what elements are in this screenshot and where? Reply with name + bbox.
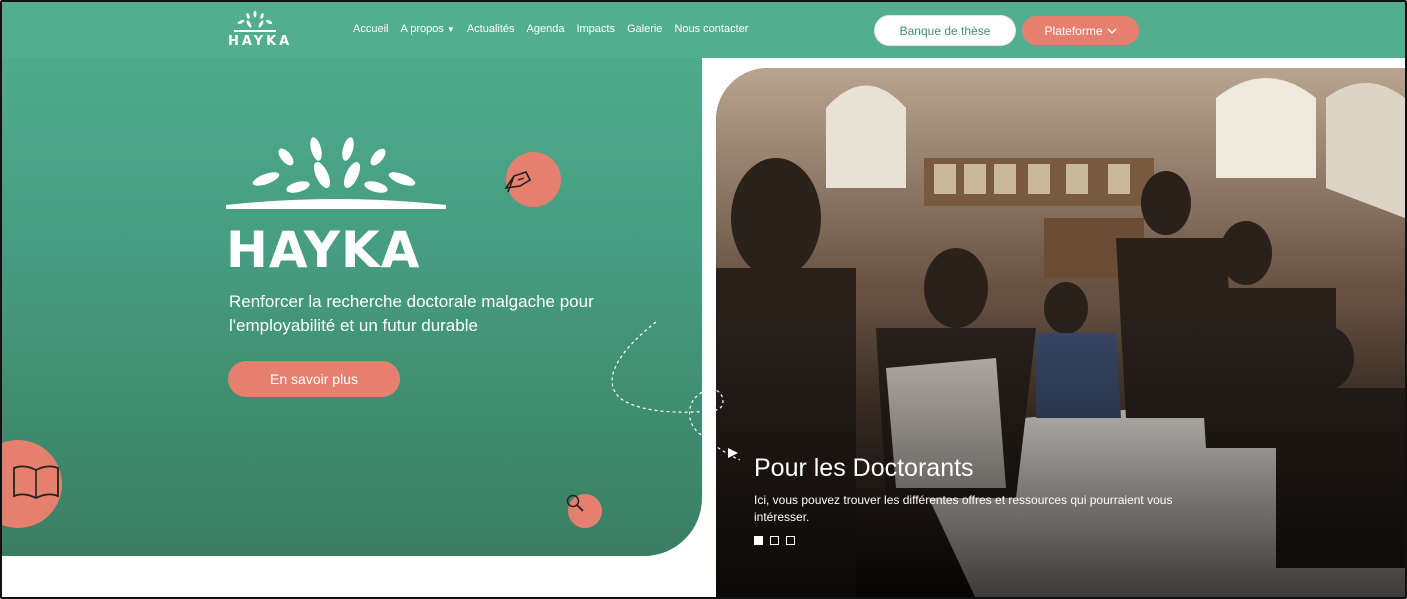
banque-de-these-button[interactable]: Banque de thèse	[875, 16, 1015, 45]
pen-hand-icon	[504, 171, 532, 193]
nav-item-a-propos[interactable]: A propos ▼	[400, 23, 454, 35]
header-logo[interactable]: HAYKA	[226, 10, 296, 50]
magnifier-badge	[566, 494, 602, 528]
nav-item-nous-contacter[interactable]: Nous contacter	[674, 23, 748, 35]
caret-down-icon: ▼	[446, 25, 455, 34]
nav-item-a-propos-label: A propos	[400, 23, 444, 35]
book-icon	[13, 465, 59, 500]
arrow-head-icon	[728, 448, 738, 458]
leaves-logo-icon	[234, 10, 276, 32]
nav-item-impacts[interactable]: Impacts	[576, 23, 615, 35]
nav-item-agenda[interactable]: Agenda	[527, 23, 565, 35]
slide-dot-1[interactable]	[754, 536, 763, 545]
chevron-down-icon	[1107, 28, 1116, 34]
slide-dot-2[interactable]	[770, 536, 779, 545]
en-savoir-plus-button[interactable]: En savoir plus	[228, 361, 400, 397]
nav-item-accueil[interactable]: Accueil	[353, 23, 388, 35]
slider-pagination	[754, 536, 795, 545]
main-navigation: Accueil A propos ▼ Actualités Agenda Impa…	[353, 23, 748, 35]
nav-item-actualites[interactable]: Actualités	[467, 23, 515, 35]
nav-item-galerie[interactable]: Galerie	[627, 23, 662, 35]
slide-description: Ici, vous pouvez trouver les différentes…	[754, 493, 1173, 524]
plateforme-button[interactable]: Plateforme	[1022, 16, 1139, 45]
hero-tagline: Renforcer la recherche doctorale malgach…	[229, 292, 594, 335]
header-logo-label: HAYKA	[228, 34, 293, 49]
dashed-decoration	[611, 321, 741, 461]
slide-title: Pour les Doctorants	[754, 454, 974, 482]
pen-hand-badge	[504, 152, 561, 207]
plateforme-button-label: Plateforme	[1044, 23, 1103, 38]
leaves-logo-icon	[226, 137, 446, 209]
magnifier-icon	[566, 494, 584, 512]
slide-dot-3[interactable]	[786, 536, 795, 545]
hero-title: HAYKA	[226, 221, 421, 279]
hero-slider[interactable]: Pour les Doctorants Ici, vous pouvez tro…	[708, 60, 1405, 599]
